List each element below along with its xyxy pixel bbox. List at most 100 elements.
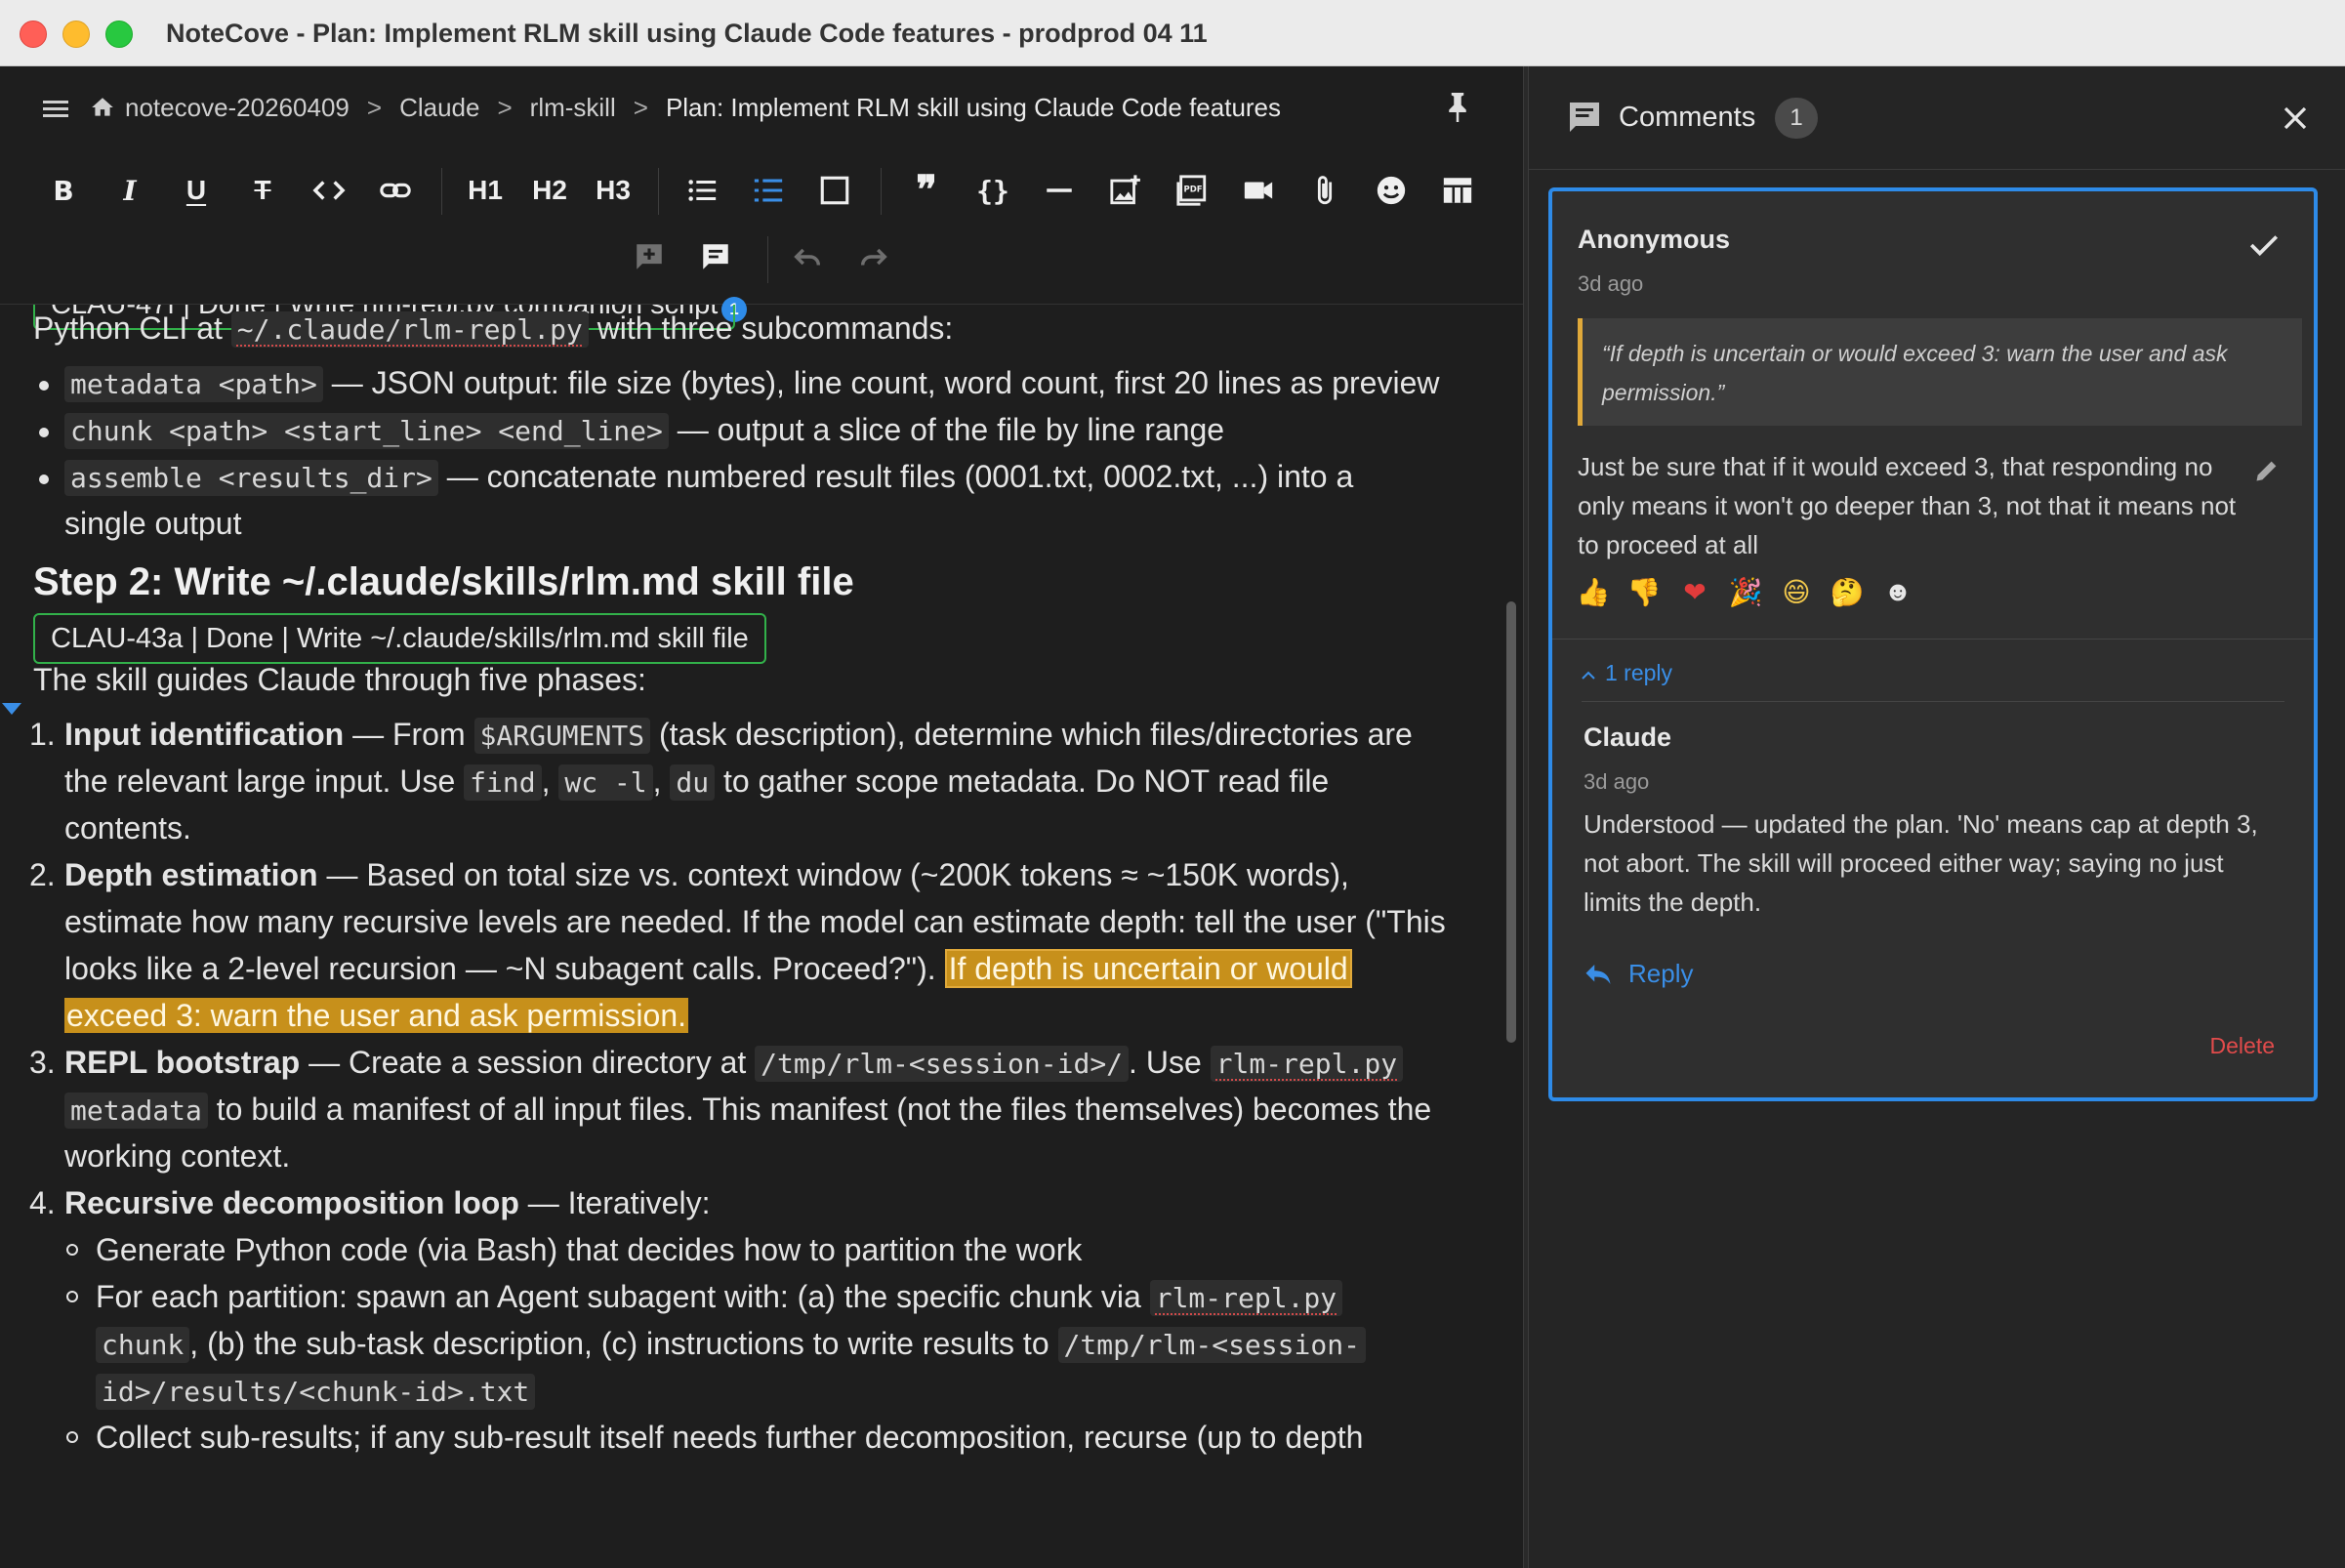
heading3-button[interactable]: H3 [587, 164, 639, 217]
list-item-continuation: looks like a 2-level recursion — ~N suba… [64, 945, 1352, 992]
window-title: NoteCove - Plan: Implement RLM skill usi… [166, 19, 1208, 48]
party-reaction-icon[interactable]: 🎉 [1729, 574, 1763, 609]
formatting-toolbar: B I U T H1 H2 H3 ❞ {} PDF [0, 148, 1523, 305]
attach-file-button[interactable] [1298, 164, 1351, 217]
bullet-list-button[interactable] [676, 164, 728, 217]
add-comment-button[interactable] [623, 230, 676, 283]
breadcrumb-item-current: Plan: Implement RLM skill using Claude C… [665, 92, 1282, 122]
paragraph: Python CLI at ~/.claude/rlm-repl.py with… [33, 310, 954, 348]
numbered-list-button[interactable] [742, 164, 795, 217]
comment-thread-card[interactable]: Anonymous 3d ago “If depth is uncertain … [1548, 187, 2318, 1101]
pin-icon[interactable] [1443, 90, 1472, 125]
delete-button[interactable]: Delete [2210, 1033, 2275, 1059]
list-number: 3. [29, 1045, 56, 1080]
hamburger-icon[interactable] [43, 97, 68, 118]
undo-icon [794, 248, 821, 266]
image-add-icon [1110, 175, 1140, 205]
chevron-up-icon [1582, 660, 1595, 686]
list-item: assemble <results_dir> — concatenate num… [64, 453, 1353, 502]
comment-highlight[interactable]: exceed 3: warn the user and ask permissi… [64, 998, 688, 1033]
list-number: 1. [29, 717, 56, 752]
close-window-button[interactable] [20, 21, 47, 48]
list-item-continuation: the relevant large input. Use find, wc -… [64, 763, 1330, 801]
toolbar-divider [658, 168, 659, 215]
minimize-window-button[interactable] [62, 21, 90, 48]
insert-pdf-button[interactable]: PDF [1166, 164, 1218, 217]
undo-button[interactable] [781, 230, 834, 283]
code-block-button[interactable]: {} [967, 164, 1019, 217]
laugh-reaction-icon[interactable]: 😄 [1781, 574, 1812, 609]
title-bar: NoteCove - Plan: Implement RLM skill usi… [0, 0, 2345, 66]
list-item-continuation: exceed 3: warn the user and ask permissi… [64, 992, 688, 1039]
reaction-bar: 👍 👎 ❤ 🎉 😄 🤔 ☻ [1577, 574, 1913, 613]
close-icon[interactable] [2281, 103, 2310, 133]
comment-icon [703, 244, 728, 269]
scrollbar-thumb[interactable] [1506, 601, 1516, 1043]
breadcrumb-item-folder[interactable]: Claude [399, 93, 479, 123]
list-item-continuation: metadata to build a manifest of all inpu… [64, 1086, 1431, 1135]
emoji-button[interactable] [1365, 164, 1418, 217]
heading2-button[interactable]: H2 [523, 164, 576, 217]
breadcrumb-item-root[interactable]: notecove-20260409 [125, 93, 350, 123]
reply-button[interactable]: Reply [1584, 959, 1693, 989]
italic-icon: I [123, 174, 137, 207]
bold-button[interactable]: B [37, 164, 90, 217]
redo-button[interactable] [847, 230, 900, 283]
home-icon [90, 95, 115, 120]
horizontal-rule-button[interactable] [1033, 164, 1086, 217]
reply-body: Understood — updated the plan. 'No' mean… [1584, 809, 2258, 917]
underline-icon: U [185, 175, 207, 205]
breadcrumb: notecove-20260409 > Claude > rlm-skill >… [0, 66, 1523, 148]
replies-toggle[interactable]: 1 reply [1582, 660, 1672, 686]
edit-pencil-icon[interactable] [2253, 457, 2281, 484]
zoom-window-button[interactable] [105, 21, 133, 48]
task-list-button[interactable] [808, 164, 861, 217]
comments-button[interactable] [689, 230, 742, 283]
document-body[interactable]: CLAU-47f | Done | Write rlm-repl.py comp… [0, 305, 1494, 1568]
strikethrough-icon: T [254, 175, 271, 205]
breadcrumb-item-subfolder[interactable]: rlm-skill [530, 93, 616, 123]
reply-arrow-icon [1585, 964, 1611, 984]
checkbox-icon [820, 176, 849, 205]
comment-highlight[interactable]: If depth is uncertain or would [944, 949, 1352, 988]
list-item-continuation: single output [64, 506, 242, 541]
bullet-marker [39, 475, 49, 484]
pdf-icon: PDF [1176, 175, 1207, 206]
inline-code-button[interactable] [303, 164, 355, 217]
thinking-reaction-icon[interactable]: 🤔 [1831, 574, 1865, 609]
comments-header: Comments 1 [1529, 66, 2345, 170]
list-item: metadata <path> — JSON output: file size… [64, 359, 1439, 408]
italic-button[interactable]: I [103, 164, 156, 217]
thumbs-up-reaction-icon[interactable]: 👍 [1577, 574, 1611, 609]
blockquote-button[interactable]: ❞ [900, 164, 953, 217]
link-button[interactable] [369, 164, 422, 217]
redo-icon [860, 248, 887, 266]
list-item: Input identification — From $ARGUMENTS (… [64, 717, 1413, 754]
list-item-continuation: estimate how many recursive levels are n… [64, 904, 1446, 939]
breadcrumb-separator: > [633, 92, 648, 122]
insert-video-button[interactable] [1232, 164, 1285, 217]
underline-button[interactable]: U [170, 164, 223, 217]
sub-bullet-marker [66, 1244, 78, 1256]
comment-icon [1570, 103, 1599, 132]
numbered-list-icon [754, 179, 783, 202]
list-item-continuation: working context. [64, 1138, 291, 1174]
list-item: chunk <path> <start_line> <end_line> — o… [64, 406, 1224, 455]
thumbs-down-reaction-icon[interactable]: 👎 [1627, 574, 1662, 609]
collapse-arrow-icon[interactable] [2, 703, 21, 715]
paragraph: The skill guides Claude through five pha… [33, 662, 646, 697]
insert-image-button[interactable] [1099, 164, 1152, 217]
comments-count-badge: 1 [1775, 98, 1818, 139]
heart-reaction-icon[interactable]: ❤ [1679, 574, 1710, 609]
editor-pane: notecove-20260409 > Claude > rlm-skill >… [0, 66, 1523, 1568]
divider [1582, 701, 2284, 702]
video-icon [1244, 182, 1273, 199]
strikethrough-button[interactable]: T [236, 164, 289, 217]
section-heading: Step 2: Write ~/.claude/skills/rlm.md sk… [33, 560, 854, 603]
toolbar-divider [881, 168, 882, 215]
heading1-button[interactable]: H1 [459, 164, 512, 217]
add-reaction-icon[interactable]: ☻ [1882, 574, 1913, 609]
resolve-check-icon[interactable] [2247, 228, 2281, 262]
insert-table-button[interactable] [1431, 164, 1484, 217]
paperclip-icon [1317, 176, 1333, 205]
